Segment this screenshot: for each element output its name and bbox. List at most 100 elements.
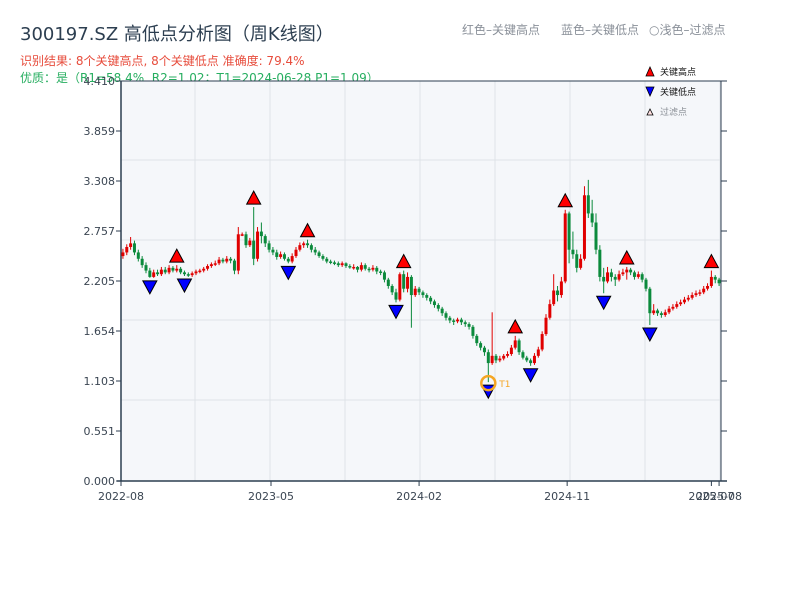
candle-body	[409, 276, 413, 296]
candle-body	[382, 272, 386, 280]
candle-body	[602, 276, 606, 282]
candle-body	[636, 274, 640, 277]
x-tick-label: 2023-05	[248, 490, 294, 503]
candle-body	[448, 317, 452, 321]
candle-body	[606, 272, 610, 282]
candle-body	[306, 243, 310, 246]
candle-body	[363, 265, 367, 269]
candle-body	[552, 290, 556, 305]
candle-body	[536, 349, 540, 356]
y-tick-label: 0.551	[84, 425, 116, 438]
candle-body	[217, 259, 221, 264]
candle	[563, 209, 567, 284]
candle-body	[259, 231, 263, 237]
candle-body	[313, 249, 317, 253]
candle-body	[352, 266, 356, 269]
candle-body	[640, 274, 644, 280]
candle-body	[571, 249, 575, 255]
candle-body	[332, 262, 336, 264]
candle-body	[367, 268, 371, 271]
candle-body	[206, 266, 210, 269]
candle-body	[144, 265, 148, 271]
candle-body	[675, 304, 679, 307]
y-tick-label: 4.410	[84, 75, 116, 88]
candle-body	[171, 267, 175, 271]
candle-body	[286, 258, 290, 262]
candle-body	[698, 292, 702, 294]
candle-body	[125, 246, 129, 253]
candle-body	[625, 269, 629, 273]
candle-body	[694, 293, 698, 296]
candlestick-chart: 0.000 0.551 1.103 1.654 2.205 2.757 3.308 3.859…	[84, 66, 743, 503]
candle-body	[521, 352, 525, 358]
candle-body	[402, 274, 406, 289]
candle-body	[586, 195, 590, 214]
candle-body	[175, 268, 179, 271]
candle-body	[644, 279, 648, 289]
candle-body	[344, 263, 348, 267]
candle-body	[194, 271, 198, 274]
candle-body	[513, 340, 517, 348]
candle-body	[325, 258, 329, 262]
candle-body	[290, 256, 294, 262]
candle-body	[121, 252, 125, 257]
candle-body	[413, 288, 417, 296]
candle-body	[221, 259, 225, 262]
candle-body	[321, 256, 325, 259]
y-tick-label: 1.103	[84, 375, 116, 388]
candle-body	[267, 243, 271, 250]
candle-body	[386, 279, 390, 286]
candle-body	[463, 322, 467, 325]
candle-body	[432, 301, 436, 306]
candle-body	[167, 267, 171, 273]
candle-body	[529, 360, 533, 364]
candle-body	[163, 269, 167, 273]
candle	[256, 227, 260, 262]
candle-body	[556, 290, 560, 296]
candle-body	[613, 276, 617, 280]
candle-body	[559, 281, 563, 296]
y-tick-label: 2.205	[84, 275, 116, 288]
candle-body	[398, 274, 402, 300]
candle-body	[309, 245, 313, 250]
candle-body	[656, 310, 660, 314]
candle-body	[252, 240, 256, 259]
candle-body	[594, 222, 598, 250]
candle-body	[506, 354, 510, 356]
candle-body	[156, 272, 160, 275]
candle-body	[582, 195, 586, 259]
candle-body	[232, 260, 236, 271]
candle-body	[271, 249, 275, 253]
legend-label: 关键低点	[660, 86, 696, 98]
candle-body	[532, 355, 536, 364]
candle-body	[679, 302, 683, 305]
candle-body	[540, 334, 544, 350]
y-tick-label: 2.757	[84, 225, 116, 238]
candle-body	[263, 236, 267, 244]
candle-body	[709, 276, 713, 286]
y-tick-label: 3.308	[84, 175, 116, 188]
candle-body	[475, 335, 479, 344]
candle-body	[544, 317, 548, 335]
candle-body	[598, 249, 602, 277]
x-tick-label: 2024-02	[396, 490, 442, 503]
candle-body	[279, 254, 283, 257]
candle-body	[567, 213, 571, 250]
candle-body	[209, 264, 213, 267]
t1-label: T1	[498, 380, 510, 390]
candle-body	[456, 319, 460, 322]
candle-body	[502, 355, 506, 359]
candle-body	[621, 272, 625, 275]
candle-body	[498, 358, 502, 361]
candle-body	[136, 252, 140, 259]
candle-body	[494, 355, 498, 361]
candle-body	[148, 270, 152, 277]
candle-body	[371, 267, 375, 270]
legend-label: 过滤点	[660, 106, 687, 118]
candle-body	[198, 270, 202, 273]
candle-body	[706, 285, 710, 289]
candle	[540, 331, 544, 352]
candle-body	[667, 308, 671, 313]
candle-body	[229, 258, 233, 261]
candle-body	[417, 288, 421, 293]
